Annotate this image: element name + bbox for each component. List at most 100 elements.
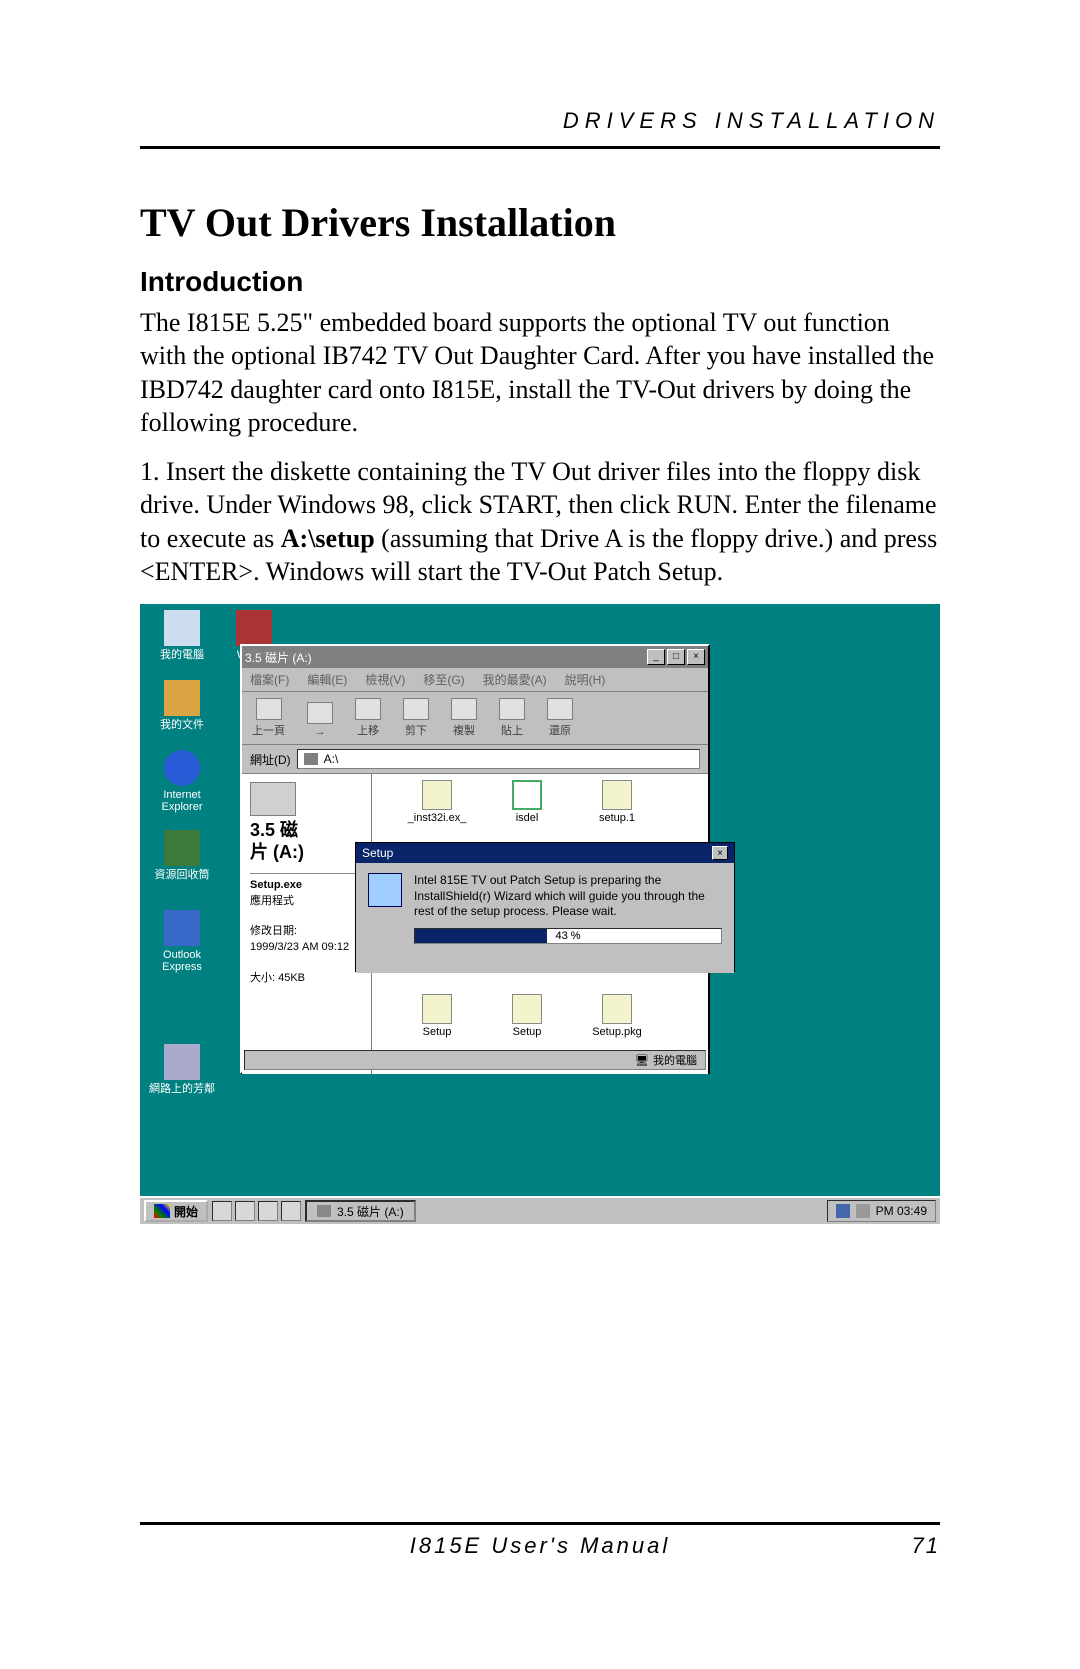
menu-help[interactable]: 說明(H) bbox=[565, 671, 606, 688]
tray-icon[interactable] bbox=[856, 1204, 870, 1218]
taskbar[interactable]: 開始 3.5 磁片 (A:) PM 03:49 bbox=[140, 1196, 940, 1224]
file-item[interactable]: isdel bbox=[492, 780, 562, 824]
tool-label: 上移 bbox=[357, 725, 379, 737]
file-icon bbox=[602, 780, 632, 810]
tool-label: 還原 bbox=[549, 725, 571, 737]
desktop-icon-my-computer[interactable]: 我的電腦 bbox=[146, 610, 218, 661]
footer-rule bbox=[140, 1522, 940, 1525]
file-icon bbox=[422, 780, 452, 810]
file-icon bbox=[512, 780, 542, 810]
sel-file-date: 1999/3/23 AM 09:12 bbox=[250, 941, 349, 953]
tray-icon[interactable] bbox=[836, 1204, 850, 1218]
desktop-label: 資源回收筒 bbox=[146, 869, 218, 881]
floppy-icon bbox=[304, 753, 318, 765]
ql-icon[interactable] bbox=[235, 1201, 255, 1221]
cut-icon bbox=[403, 698, 429, 720]
menu-file[interactable]: 檔案(F) bbox=[250, 671, 289, 688]
drive-icon bbox=[250, 782, 296, 816]
dialog-titlebar[interactable]: Setup × bbox=[356, 843, 734, 863]
file-label: Setup.pkg bbox=[592, 1026, 642, 1038]
system-tray[interactable]: PM 03:49 bbox=[827, 1200, 936, 1222]
desktop-icon-outlook[interactable]: Outlook Express bbox=[146, 910, 218, 973]
tool-back[interactable]: 上一頁 bbox=[252, 698, 285, 738]
setup-dialog: Setup × Intel 815E TV out Patch Setup is… bbox=[355, 842, 735, 972]
up-icon bbox=[355, 698, 381, 720]
address-input[interactable]: A:\ bbox=[297, 749, 700, 769]
page-number: 71 bbox=[912, 1533, 940, 1559]
file-icon bbox=[422, 994, 452, 1024]
desktop-icon-my-documents[interactable]: 我的文件 bbox=[146, 680, 218, 731]
window-title: 3.5 磁片 (A:) bbox=[245, 649, 312, 666]
tray-clock: PM 03:49 bbox=[876, 1204, 927, 1218]
section-subtitle: Introduction bbox=[140, 266, 940, 298]
running-head: DRIVERS INSTALLATION bbox=[140, 108, 940, 134]
tool-paste[interactable]: 貼上 bbox=[499, 698, 525, 738]
menu-fav[interactable]: 我的最愛(A) bbox=[483, 671, 547, 688]
tool-copy[interactable]: 複製 bbox=[451, 698, 477, 738]
page-title: TV Out Drivers Installation bbox=[140, 199, 940, 246]
statusbar-text: 我的電腦 bbox=[653, 1052, 697, 1068]
sel-file-date-label: 修改日期: bbox=[250, 925, 297, 937]
tool-cut[interactable]: 剪下 bbox=[403, 698, 429, 738]
minimize-button[interactable]: _ bbox=[647, 649, 665, 665]
ql-icon[interactable] bbox=[258, 1201, 278, 1221]
tool-undo[interactable]: 還原 bbox=[547, 698, 573, 738]
desktop-icon-recycle[interactable]: 資源回收筒 bbox=[146, 830, 218, 881]
progress-percent: 43 % bbox=[415, 929, 721, 943]
file-item[interactable]: _inst32i.ex_ bbox=[402, 780, 472, 824]
menu-go[interactable]: 移至(G) bbox=[423, 671, 464, 688]
step-1-paragraph: 1. Insert the diskette containing the TV… bbox=[140, 455, 940, 588]
info-pane: 3.5 磁 片 (A:) Setup.exe 應用程式 修改日期: 1999/3… bbox=[242, 774, 372, 1074]
desktop-icon-network[interactable]: 網路上的芳鄰 bbox=[146, 1044, 218, 1095]
setup-icon bbox=[368, 873, 402, 907]
close-button[interactable]: × bbox=[687, 649, 705, 665]
menu-edit[interactable]: 編輯(E) bbox=[307, 671, 347, 688]
start-button[interactable]: 開始 bbox=[144, 1200, 208, 1222]
taskbar-task[interactable]: 3.5 磁片 (A:) bbox=[305, 1200, 416, 1222]
sel-file-size: 大小: 45KB bbox=[250, 972, 305, 984]
tool-label: 複製 bbox=[453, 725, 475, 737]
footer-manual-name: I815E User's Manual bbox=[410, 1533, 671, 1559]
setup-message: Intel 815E TV out Patch Setup is prepari… bbox=[414, 873, 705, 918]
header-rule bbox=[140, 146, 940, 149]
file-label: Setup bbox=[513, 1026, 542, 1038]
windows-icon bbox=[154, 1204, 170, 1218]
dialog-title: Setup bbox=[362, 846, 393, 860]
drive-title-1: 3.5 磁 bbox=[250, 820, 298, 840]
back-icon bbox=[256, 698, 282, 720]
screenshot-figure: 我的電腦 WinZip 我的文件 Internet Explorer 資源回收筒… bbox=[140, 604, 940, 1224]
network-icon bbox=[164, 1044, 200, 1080]
page-footer: I815E User's Manual 71 bbox=[140, 1522, 940, 1559]
desktop-label: 我的文件 bbox=[146, 719, 218, 731]
ie-icon bbox=[164, 750, 200, 786]
copy-icon bbox=[451, 698, 477, 720]
file-label: Setup bbox=[423, 1026, 452, 1038]
toolbar: 上一頁 → 上移 剪下 複製 貼上 還原 bbox=[242, 692, 708, 745]
menu-bar[interactable]: 檔案(F) 編輯(E) 檢視(V) 移至(G) 我的最愛(A) 說明(H) bbox=[242, 668, 708, 692]
maximize-button[interactable]: □ bbox=[667, 649, 685, 665]
file-label: _inst32i.ex_ bbox=[408, 812, 467, 824]
forward-icon bbox=[307, 702, 333, 724]
window-titlebar[interactable]: 3.5 磁片 (A:) _ □ × bbox=[242, 646, 708, 668]
tool-forward[interactable]: → bbox=[307, 702, 333, 738]
ql-icon[interactable] bbox=[212, 1201, 232, 1221]
quick-launch bbox=[212, 1201, 301, 1221]
tool-label: 剪下 bbox=[405, 725, 427, 737]
progress-bar: 43 % bbox=[414, 928, 722, 944]
file-item[interactable]: Setup bbox=[402, 994, 472, 1038]
tool-label: → bbox=[315, 726, 326, 738]
paste-icon bbox=[499, 698, 525, 720]
desktop-icon-ie[interactable]: Internet Explorer bbox=[146, 750, 218, 813]
dialog-close-button[interactable]: × bbox=[712, 846, 728, 860]
drive-title-2: 片 (A:) bbox=[250, 842, 304, 862]
file-item[interactable]: Setup bbox=[492, 994, 562, 1038]
tool-up[interactable]: 上移 bbox=[355, 698, 381, 738]
desktop-label: 我的電腦 bbox=[146, 649, 218, 661]
file-item[interactable]: Setup.pkg bbox=[582, 994, 652, 1038]
sel-file-type: 應用程式 bbox=[250, 895, 294, 907]
file-icon bbox=[602, 994, 632, 1024]
file-icon bbox=[512, 994, 542, 1024]
menu-view[interactable]: 檢視(V) bbox=[365, 671, 405, 688]
ql-icon[interactable] bbox=[281, 1201, 301, 1221]
file-item[interactable]: setup.1 bbox=[582, 780, 652, 824]
